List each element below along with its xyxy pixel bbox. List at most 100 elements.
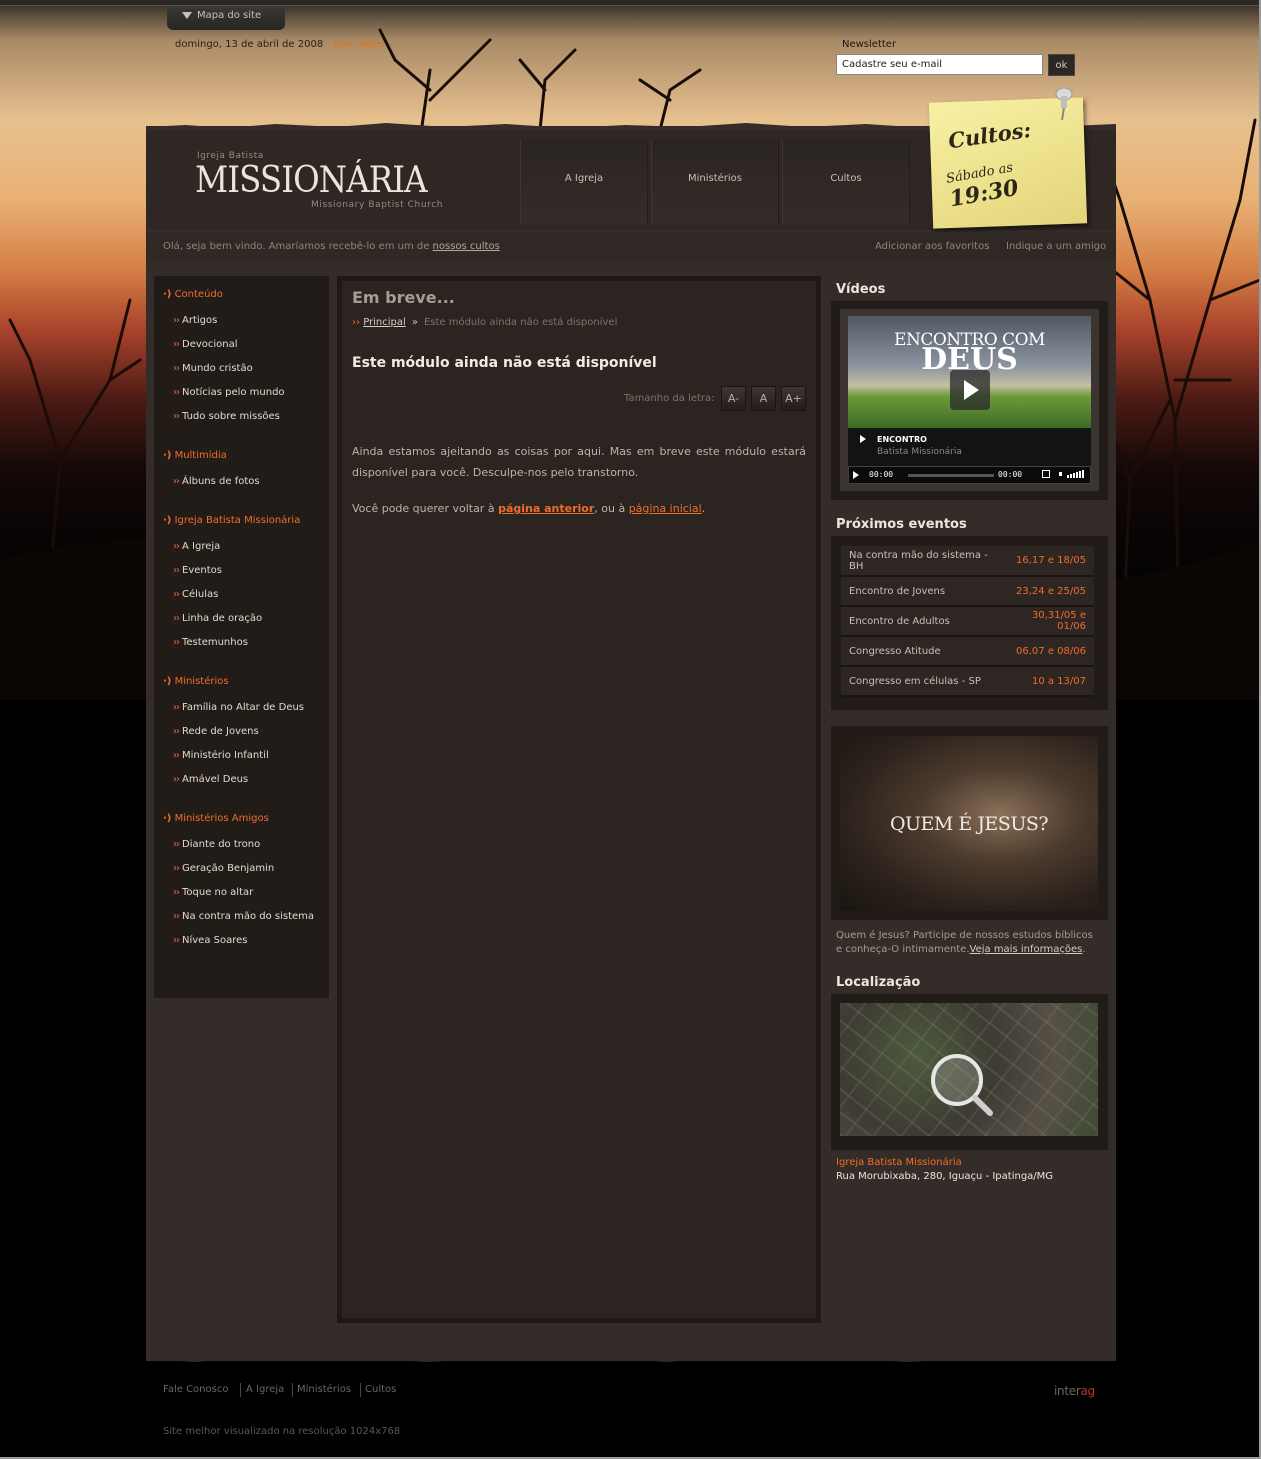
item-label: Linha de oração — [182, 613, 263, 624]
events-table: Na contra mão do sistema - BH 16,17 e 18/… — [841, 546, 1094, 697]
newsletter-ok-button[interactable]: ok — [1048, 54, 1075, 76]
sitemap-tab[interactable]: Mapa do site — [167, 6, 285, 30]
table-row[interactable]: Congresso em células - SP 10 a 13/07 — [841, 666, 1094, 697]
interag-logo[interactable]: interag — [1054, 1384, 1095, 1398]
welcome-cultos-link[interactable]: nossos cultos — [433, 241, 500, 252]
sidebar-item-missoes[interactable]: ›› Tudo sobre missões — [173, 411, 280, 422]
previous-page-link[interactable]: página anterior — [498, 502, 594, 515]
sidebar-item-devocional[interactable]: ›› Devocional — [173, 339, 238, 350]
add-favorites-link[interactable]: Adicionar aos favoritos — [875, 241, 989, 252]
newsletter-label: Newsletter — [842, 39, 897, 50]
font-decrease-button[interactable]: A- — [721, 386, 746, 411]
table-row[interactable]: Encontro de Adultos 30,31/05 e 01/06 — [841, 606, 1094, 637]
sidebar-item-infantil[interactable]: ›› Ministério Infantil — [173, 750, 269, 761]
fullscreen-icon[interactable] — [1042, 470, 1050, 478]
sidebar-item-contra-mao[interactable]: ›› Na contra mão do sistema — [173, 911, 314, 922]
nav-a-igreja[interactable]: A Igreja — [520, 140, 648, 224]
sidebar-item-oracao[interactable]: ›› Linha de oração — [173, 613, 262, 624]
sidebar-item-eventos[interactable]: ›› Eventos — [173, 565, 222, 576]
table-row[interactable]: Na contra mão do sistema - BH 16,17 e 18/… — [841, 546, 1094, 577]
item-label: Toque no altar — [182, 887, 254, 898]
nav-ministerios[interactable]: Ministérios — [651, 140, 779, 224]
sidebar-item-nivea[interactable]: ›› Nívea Soares — [173, 935, 247, 946]
page-title: Em breve... — [352, 288, 455, 307]
sidebar-item-artigos[interactable]: ›› Artigos — [173, 315, 217, 326]
play-small-icon — [860, 435, 866, 443]
jesus-desc-tail: . — [1082, 944, 1086, 955]
quem-e-jesus-description: Quem é Jesus? Participe de nossos estudo… — [836, 929, 1102, 957]
sidebar-item-noticias[interactable]: ›› Notícias pelo mundo — [173, 387, 285, 398]
item-label: Na contra mão do sistema — [182, 911, 315, 922]
font-reset-button[interactable]: A — [751, 386, 776, 411]
sidebar-section-multimidia[interactable]: ·) Multimídia — [163, 450, 227, 461]
para2-text-a: Você pode querer voltar à — [352, 502, 499, 515]
date-text: domingo, 13 de abril de 2008 — [175, 39, 324, 50]
sidebar-item-albuns[interactable]: ›› Álbuns de fotos — [173, 476, 260, 487]
site-logo[interactable]: MISSIONÁRIA — [195, 160, 428, 201]
event-date: 23,24 e 25/05 — [1001, 576, 1094, 607]
sidebar-section-igreja[interactable]: ·) Igreja Batista Missionária — [163, 515, 300, 526]
footer-resolution-note: Site melhor visualizado na resolução 102… — [163, 1426, 401, 1437]
magnifier-icon[interactable] — [927, 1050, 993, 1116]
control-play-icon[interactable] — [853, 471, 859, 479]
article-paragraph: Ainda estamos ajeitando as coisas por aq… — [352, 445, 806, 479]
table-row[interactable]: Congresso Atitude 06,07 e 08/06 — [841, 636, 1094, 667]
brand-part-b: ag — [1080, 1384, 1095, 1398]
play-button[interactable] — [950, 370, 990, 410]
article-paragraph-links: Você pode querer voltar à página anterio… — [352, 502, 705, 515]
event-name: Na contra mão do sistema - BH — [841, 546, 1002, 577]
event-date: 10 a 13/07 — [1001, 666, 1094, 697]
play-icon — [964, 380, 979, 400]
sidebar-section-amigos[interactable]: ·) Ministérios Amigos — [163, 813, 269, 824]
footer-link-contato[interactable]: Fale Conosco — [163, 1384, 228, 1395]
sidebar-section-ministerios[interactable]: ·) Ministérios — [163, 676, 229, 687]
font-size-label: Tamanho da letra: — [624, 393, 715, 404]
torn-edge-bottom — [146, 1352, 1116, 1362]
section-label: Ministérios Amigos — [174, 813, 269, 824]
item-label: Nívea Soares — [182, 935, 248, 946]
double-chevron-icon: ›› — [173, 613, 180, 624]
sidebar-item-testemunhos[interactable]: ›› Testemunhos — [173, 637, 248, 648]
video-caption-title: ENCONTRO — [877, 435, 927, 444]
sidebar-item-a-igreja[interactable]: ›› A Igreja — [173, 541, 220, 552]
events-heading: Próximos eventos — [836, 517, 967, 532]
item-label: Eventos — [182, 565, 222, 576]
article-title: Este módulo ainda não está disponível — [352, 355, 657, 371]
nav-cultos[interactable]: Cultos — [782, 140, 910, 224]
font-increase-button[interactable]: A+ — [781, 386, 806, 411]
sidebar-section-conteudo[interactable]: ·) Conteúdo — [163, 289, 223, 300]
location-name: Igreja Batista Missionária — [836, 1157, 962, 1168]
section-label: Conteúdo — [174, 289, 223, 300]
note-title: Cultos: — [946, 116, 1033, 154]
item-label: Rede de Jovens — [182, 726, 259, 737]
more-info-link[interactable]: Veja mais informações — [970, 944, 1083, 955]
seek-bar[interactable] — [908, 474, 994, 477]
newsletter-email-input[interactable] — [836, 54, 1043, 75]
sidebar-item-familia[interactable]: ›› Família no Altar de Deus — [173, 702, 304, 713]
pushpin-icon — [1055, 87, 1073, 121]
breadcrumb-current: Este módulo ainda não está disponível — [423, 317, 618, 328]
sidebar-item-toque[interactable]: ›› Toque no altar — [173, 887, 253, 898]
volume-icon[interactable] — [1059, 470, 1085, 478]
double-chevron-icon: ›› — [173, 726, 180, 737]
double-chevron-icon: ›› — [173, 589, 180, 600]
breadcrumb-home-link[interactable]: Principal — [363, 317, 406, 328]
double-chevron-icon: ›› — [173, 702, 180, 713]
sidebar-item-amavel[interactable]: ›› Amável Deus — [173, 774, 248, 785]
home-page-link[interactable]: página inicial — [629, 502, 702, 515]
sidebar-item-jovens[interactable]: ›› Rede de Jovens — [173, 726, 259, 737]
sidebar-item-benjamin[interactable]: ›› Geração Benjamin — [173, 863, 274, 874]
sidebar-item-mundo-cristao[interactable]: ›› Mundo cristão — [173, 363, 253, 374]
sidebar-item-diante-trono[interactable]: ›› Diante do trono — [173, 839, 260, 850]
footer-link-ministerios[interactable]: Ministérios — [297, 1384, 351, 1395]
footer-link-cultos[interactable]: Cultos — [365, 1384, 396, 1395]
table-row[interactable]: Encontro de Jovens 23,24 e 25/05 — [841, 576, 1094, 607]
footer-divider — [240, 1383, 241, 1397]
item-label: Notícias pelo mundo — [182, 387, 285, 398]
sidebar-item-celulas[interactable]: ›› Células — [173, 589, 218, 600]
recommend-friend-link[interactable]: Indique a um amigo — [1006, 241, 1106, 252]
footer-link-igreja[interactable]: A Igreja — [246, 1384, 284, 1395]
double-chevron-icon: ›› — [173, 315, 180, 326]
quem-e-jesus-banner[interactable]: QUEM É JESUS? — [840, 736, 1098, 911]
logo-subtitle: Missionary Baptist Church — [311, 200, 444, 210]
